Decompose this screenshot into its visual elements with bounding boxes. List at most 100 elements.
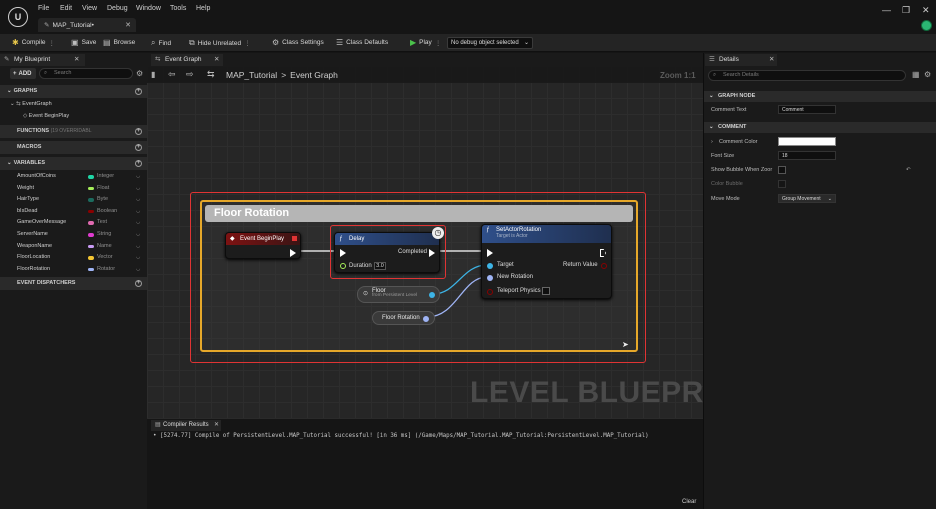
menu-help[interactable]: Help <box>196 5 210 12</box>
close-icon[interactable]: ✕ <box>125 21 131 29</box>
find-button[interactable]: ⌕ Find <box>151 38 171 48</box>
tree-item-event-graph[interactable]: ⌄ ⇆ EventGraph <box>0 99 147 110</box>
details-tab[interactable]: ☰ Details ✕ <box>705 54 777 66</box>
exec-in-pin[interactable] <box>487 249 493 257</box>
delay-node[interactable]: ƒ Delay Completed Duration 3.0 <box>334 232 440 273</box>
return-value-pin[interactable] <box>601 263 607 269</box>
more-icon[interactable]: ⋮ <box>49 39 56 47</box>
minimize-button[interactable]: — <box>882 5 891 15</box>
comment-color-swatch[interactable] <box>778 137 836 146</box>
teleport-pin[interactable] <box>487 289 493 295</box>
class-settings-button[interactable]: ⚙ Class Settings <box>272 38 324 47</box>
exec-in-pin[interactable] <box>340 249 346 257</box>
menu-view[interactable]: View <box>82 5 97 12</box>
variables-section-header[interactable]: ⌄ VARIABLES + <box>0 157 147 170</box>
add-button[interactable]: + ADD <box>10 68 36 79</box>
menu-file[interactable]: File <box>38 5 49 12</box>
chevron-right-icon[interactable]: › <box>711 135 713 149</box>
set-actor-rotation-node[interactable]: ƒ SetActorRotation Target is Actor Targe… <box>481 224 612 299</box>
font-size-input[interactable]: 18 <box>778 151 836 160</box>
eye-closed-icon[interactable]: ◡ <box>136 264 140 276</box>
exec-out-pin[interactable] <box>290 249 296 257</box>
close-icon[interactable]: ✕ <box>769 54 774 66</box>
add-graph-icon[interactable]: + <box>135 88 142 95</box>
gear-icon[interactable]: ⚙ <box>924 70 931 79</box>
variable-row[interactable]: bIsDead Boolean ◡ <box>0 206 147 218</box>
unreal-logo-icon[interactable]: U <box>8 7 28 27</box>
floor-out-pin[interactable] <box>429 292 435 298</box>
duration-pin[interactable] <box>340 263 346 269</box>
color-bubble-checkbox[interactable] <box>778 180 786 188</box>
add-macro-icon[interactable]: + <box>135 144 142 151</box>
close-icon[interactable]: ✕ <box>74 54 79 66</box>
eye-closed-icon[interactable]: ◡ <box>136 171 140 183</box>
more-icon[interactable]: ⋮ <box>244 39 251 47</box>
debug-object-select[interactable]: No debug object selected ⌄ <box>447 37 533 49</box>
browse-button[interactable]: ▤ Browse <box>103 38 135 47</box>
compiler-results-tab[interactable]: ▤ Compiler Results ✕ <box>151 420 221 431</box>
add-variable-icon[interactable]: + <box>135 160 142 167</box>
floor-rotation-out-pin[interactable] <box>423 315 429 322</box>
my-blueprint-tab[interactable]: ✎ My Blueprint ✕ <box>0 54 85 66</box>
maximize-button[interactable]: ❐ <box>902 5 910 16</box>
tree-item-event-begin-play[interactable]: ◇ Event BeginPlay <box>0 111 147 122</box>
source-control-status-icon[interactable] <box>921 20 932 31</box>
add-dispatcher-icon[interactable]: + <box>135 280 142 287</box>
play-button[interactable]: ▶ Play ⋮ <box>410 38 441 47</box>
menu-edit[interactable]: Edit <box>60 5 72 12</box>
variable-row[interactable]: ServerName String ◡ <box>0 229 147 241</box>
target-pin[interactable] <box>487 263 493 269</box>
delegate-pin[interactable] <box>292 236 297 241</box>
macros-section-header[interactable]: MACROS + <box>0 141 147 154</box>
eye-closed-icon[interactable]: ◡ <box>136 183 140 195</box>
menu-debug[interactable]: Debug <box>107 5 128 12</box>
teleport-checkbox[interactable] <box>542 287 550 295</box>
floor-rotation-get-node[interactable]: Floor Rotation <box>372 311 435 325</box>
variable-row[interactable]: FloorLocation Vector ◡ <box>0 252 147 264</box>
graph-node-section-header[interactable]: ⌄ GRAPH NODE <box>704 91 936 102</box>
menu-window[interactable]: Window <box>136 5 161 12</box>
variable-row[interactable]: WeaponName Name ◡ <box>0 241 147 253</box>
variable-row[interactable]: Weight Float ◡ <box>0 183 147 195</box>
save-button[interactable]: ▣ Save <box>71 38 96 47</box>
eye-closed-icon[interactable]: ◡ <box>136 241 140 253</box>
new-rotation-pin[interactable] <box>487 275 493 281</box>
close-icon[interactable]: ✕ <box>214 54 219 66</box>
eye-closed-icon[interactable]: ◡ <box>136 217 140 229</box>
duration-input[interactable]: 3.0 <box>374 262 386 270</box>
gear-icon[interactable]: ⚙ <box>136 69 143 78</box>
document-tab[interactable]: ✎ MAP_Tutorial• ✕ <box>38 18 136 32</box>
variable-row[interactable]: HairType Byte ◡ <box>0 194 147 206</box>
reset-arrow-icon[interactable]: ↶ <box>906 163 911 177</box>
eye-closed-icon[interactable]: ◡ <box>136 194 140 206</box>
details-search-input[interactable]: ⌕ Search Details <box>708 70 906 81</box>
eye-closed-icon[interactable]: ◡ <box>136 206 140 218</box>
move-mode-select[interactable]: Group Movement ⌄ <box>778 194 836 203</box>
blueprint-search-input[interactable]: ⌕ Search <box>39 68 133 79</box>
variable-row[interactable]: FloorRotation Rotator ◡ <box>0 264 147 276</box>
comment-text-input[interactable]: Comment <box>778 105 836 114</box>
eye-closed-icon[interactable]: ◡ <box>136 252 140 264</box>
show-bubble-checkbox[interactable] <box>778 166 786 174</box>
class-defaults-button[interactable]: ☰ Class Defaults <box>336 38 388 47</box>
table-view-icon[interactable]: ▦ <box>912 70 920 79</box>
eye-closed-icon[interactable]: ◡ <box>136 229 140 241</box>
event-begin-play-node[interactable]: ◆ Event BeginPlay <box>225 232 301 259</box>
add-function-icon[interactable]: + <box>135 128 142 135</box>
graphs-section-header[interactable]: ⌄ GRAPHS + <box>0 85 147 98</box>
functions-section-header[interactable]: FUNCTIONS (19 OVERRIDABL + <box>0 125 147 138</box>
floor-reference-node[interactable]: ⊙ Floor from Persistent Level <box>357 286 440 303</box>
more-icon[interactable]: ⋮ <box>435 39 442 47</box>
completed-exec-pin[interactable] <box>429 249 435 257</box>
variable-row[interactable]: GameOverMessage Text ◡ <box>0 217 147 229</box>
exec-out-pin[interactable] <box>600 249 606 257</box>
comment-section-header[interactable]: ⌄ COMMENT <box>704 122 936 133</box>
menu-tools[interactable]: Tools <box>170 5 186 12</box>
clear-button[interactable]: Clear <box>682 499 696 505</box>
compile-button[interactable]: ✱ Compile ⋮ <box>12 38 55 47</box>
close-window-button[interactable]: ✕ <box>922 5 930 16</box>
event-graph-tab[interactable]: ⇆ Event Graph ✕ <box>151 54 223 66</box>
close-icon[interactable]: ✕ <box>214 420 219 431</box>
variable-row[interactable]: AmountOfCoins Integer ◡ <box>0 171 147 183</box>
event-dispatchers-section-header[interactable]: EVENT DISPATCHERS + <box>0 277 147 290</box>
